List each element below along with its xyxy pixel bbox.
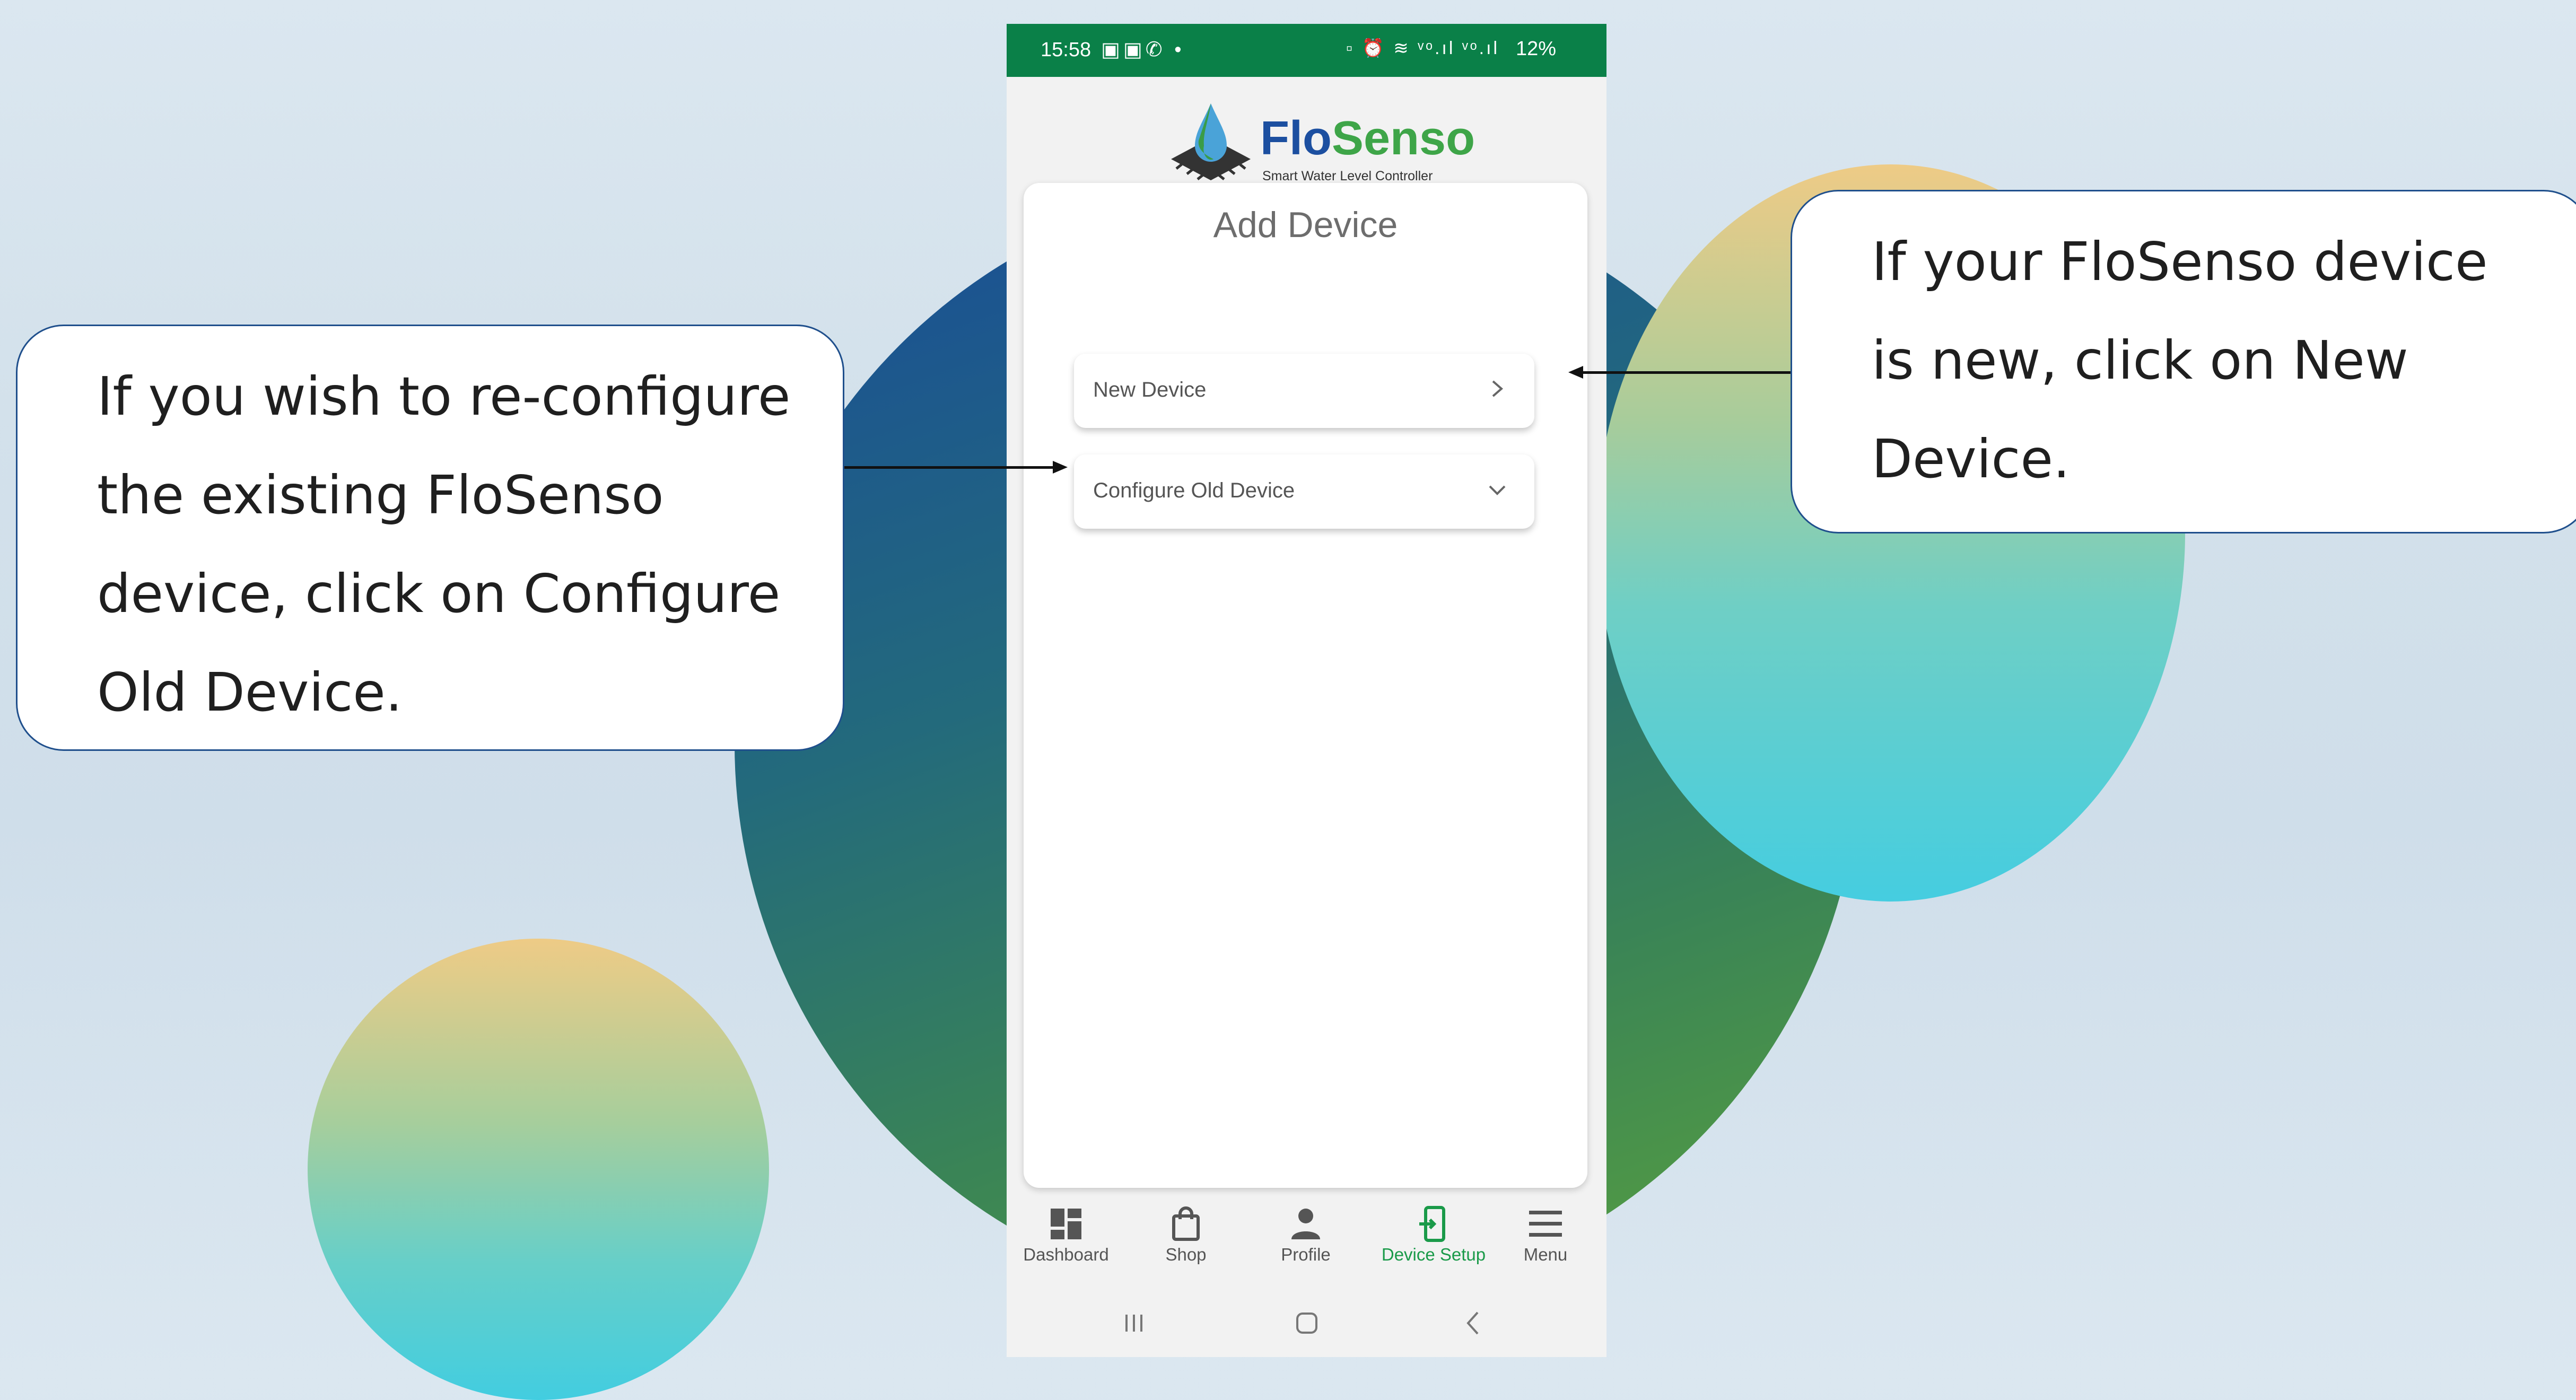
nav-profile-label: Profile: [1281, 1245, 1331, 1264]
callout-line: If your FloSenso device: [1872, 231, 2488, 293]
notification-icons: ▣▣✆ •: [1101, 39, 1185, 61]
callout-line: If you wish to re-configure: [97, 365, 791, 427]
arrow-head-left-icon: [1568, 366, 1583, 379]
nav-dashboard-label: Dashboard: [1023, 1245, 1109, 1264]
system-navigation-bar: [1007, 1291, 1606, 1357]
configure-old-device-label: Configure Old Device: [1093, 479, 1295, 502]
background-circle-left: [308, 939, 769, 1400]
callout-new-device: If your FloSenso device is new, click on…: [1791, 190, 2576, 533]
device-setup-icon: [1419, 1206, 1445, 1242]
back-icon[interactable]: [1459, 1307, 1490, 1339]
chevron-down-icon: [1489, 485, 1506, 495]
nav-menu-label: Menu: [1523, 1245, 1568, 1264]
callout-line: is new, click on New: [1872, 329, 2408, 391]
brand-name-part1: Flo: [1260, 112, 1332, 165]
status-bar: 15:58 ▣▣✆ • ▫ ⏰ ≋ ᵛᵒ.ıl ᵛᵒ.ıl 12%: [1007, 24, 1606, 77]
nav-shop-label: Shop: [1165, 1245, 1207, 1264]
dashboard-icon: [1051, 1209, 1081, 1239]
nav-dashboard[interactable]: Dashboard: [1013, 1201, 1119, 1265]
brand-name-part2: Senso: [1331, 112, 1475, 165]
callout-line: device, click on Configure: [97, 563, 781, 625]
battery-level: 12%: [1516, 38, 1557, 60]
callout-configure-old-device: If you wish to re-configure the existing…: [16, 325, 844, 751]
page-title: Add Device: [1213, 205, 1398, 245]
water-drop-chip-icon: [1171, 103, 1251, 180]
brand-tagline: Smart Water Level Controller: [1262, 169, 1433, 183]
brand-name: FloSenso: [1260, 111, 1475, 166]
recent-apps-icon[interactable]: [1118, 1307, 1150, 1339]
new-device-label: New Device: [1093, 378, 1207, 401]
add-device-card: Add Device New Device Configure Old Devi…: [1024, 183, 1587, 1188]
home-icon[interactable]: [1291, 1307, 1323, 1339]
callout-line: Device.: [1872, 428, 2070, 490]
chevron-right-icon: [1492, 380, 1504, 397]
callout-line: Old Device.: [97, 661, 403, 723]
nav-profile[interactable]: Profile: [1253, 1201, 1359, 1265]
bottom-navigation: Dashboard Shop Profile Device Setup Menu: [1007, 1201, 1606, 1281]
nav-device-setup[interactable]: Device Setup: [1373, 1201, 1495, 1265]
arrow-to-configure-old-device: [844, 466, 1059, 469]
hamburger-icon: [1529, 1211, 1562, 1237]
nav-shop[interactable]: Shop: [1133, 1201, 1239, 1265]
configure-old-device-dropdown[interactable]: Configure Old Device: [1074, 454, 1534, 529]
phone-screen: 15:58 ▣▣✆ • ▫ ⏰ ≋ ᵛᵒ.ıl ᵛᵒ.ıl 12% FloSen…: [1007, 24, 1606, 1357]
arrow-to-new-device: [1578, 371, 1792, 374]
status-time: 15:58: [1041, 39, 1091, 61]
arrow-head-right-icon: [1053, 461, 1068, 474]
person-icon: [1291, 1209, 1320, 1239]
system-status-icons: ▫ ⏰ ≋ ᵛᵒ.ıl ᵛᵒ.ıl: [1346, 38, 1500, 58]
callout-line: the existing FloSenso: [97, 464, 664, 526]
shopping-bag-icon: [1172, 1206, 1200, 1241]
new-device-button[interactable]: New Device: [1074, 354, 1534, 428]
nav-menu[interactable]: Menu: [1492, 1201, 1599, 1265]
nav-device-setup-label: Device Setup: [1381, 1245, 1486, 1264]
